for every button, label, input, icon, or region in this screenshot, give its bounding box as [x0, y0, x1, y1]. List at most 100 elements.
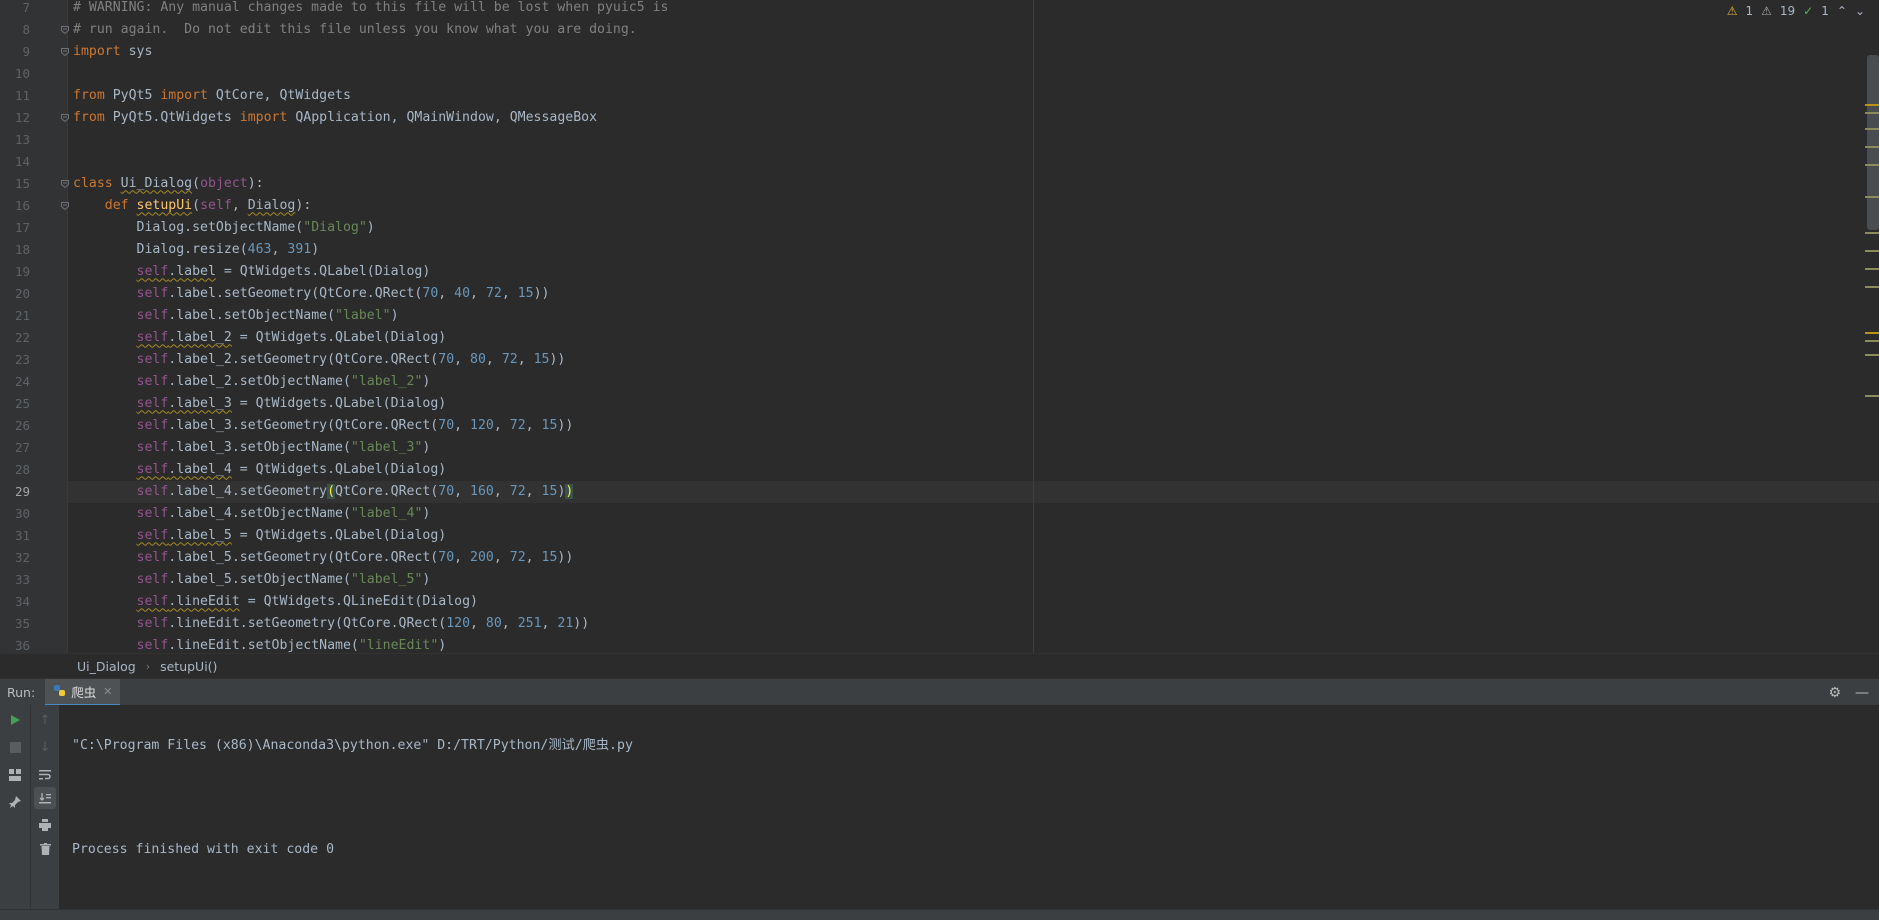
breadcrumb-class[interactable]: Ui_Dialog — [77, 659, 136, 674]
code-token: class — [73, 175, 113, 191]
code-line[interactable]: 10 — [15, 63, 1879, 85]
code-line[interactable]: 33 self.label_5.setObjectName("label_5") — [15, 569, 1879, 591]
arrow-down-icon[interactable]: ↓ — [34, 736, 56, 758]
breadcrumb-method[interactable]: setupUi() — [160, 659, 217, 674]
fold-marker-icon[interactable] — [61, 113, 69, 122]
line-number: 36 — [14, 637, 30, 653]
code-text: self.label_4 = QtWidgets.QLabel(Dialog) — [73, 459, 447, 481]
code-token: .label_2.setObjectName( — [168, 373, 351, 389]
chevron-up-icon[interactable]: ⌃ — [1837, 4, 1847, 18]
error-stripe-mark[interactable] — [1865, 104, 1879, 106]
line-number: 25 — [14, 395, 30, 411]
error-stripe-mark[interactable] — [1865, 250, 1879, 252]
error-stripe-mark[interactable] — [1865, 164, 1879, 166]
code-line[interactable]: 12 from PyQt5.QtWidgets import QApplicati… — [15, 107, 1879, 129]
code-line[interactable]: 15 class Ui_Dialog(object): — [15, 173, 1879, 195]
error-stripe-mark[interactable] — [1865, 232, 1879, 234]
error-stripe-mark[interactable] — [1865, 146, 1879, 148]
error-stripe-mark[interactable] — [1865, 395, 1879, 397]
layout-icon[interactable] — [4, 764, 26, 786]
code-line[interactable]: 28 self.label_4 = QtWidgets.QLabel(Dialo… — [15, 459, 1879, 481]
code-token: ) — [390, 307, 399, 323]
chevron-down-icon[interactable]: ⌄ — [1855, 4, 1865, 18]
arrow-up-icon[interactable]: ↑ — [34, 709, 56, 731]
fold-marker-icon[interactable] — [61, 47, 69, 56]
scroll-to-end-icon[interactable] — [34, 787, 56, 809]
code-line[interactable]: 30 self.label_4.setObjectName("label_4") — [15, 503, 1879, 525]
error-stripe-mark[interactable] — [1865, 354, 1879, 356]
code-token: def — [104, 197, 129, 213]
code-token: 70 — [438, 483, 455, 499]
code-line[interactable]: 22 self.label_2 = QtWidgets.QLabel(Dialo… — [15, 327, 1879, 349]
trash-icon[interactable] — [34, 838, 56, 860]
code-editor[interactable]: 7 # WARNING: Any manual changes made to t… — [0, 0, 1879, 653]
code-token: from — [73, 87, 105, 103]
line-number: 35 — [14, 615, 30, 631]
code-text: self.lineEdit.setObjectName("lineEdit") — [73, 635, 447, 654]
error-stripe-mark[interactable] — [1865, 112, 1879, 114]
code-token: .label_4.setObjectName( — [168, 505, 351, 521]
vertical-scrollbar[interactable] — [1867, 55, 1879, 230]
code-token: )) — [557, 549, 574, 565]
code-token: PyQt5 — [104, 87, 161, 103]
line-number: 16 — [14, 197, 30, 213]
code-line[interactable]: 18 Dialog.resize(463, 391) — [15, 239, 1879, 261]
code-token: , — [454, 483, 471, 499]
soft-wrap-icon[interactable] — [34, 764, 56, 786]
code-line[interactable]: 24 self.label_2.setObjectName("label_2") — [15, 371, 1879, 393]
code-line[interactable]: 16 def setupUi(self, Dialog): — [15, 195, 1879, 217]
error-stripe-mark[interactable] — [1865, 332, 1879, 334]
code-line[interactable]: 21 self.label.setObjectName("label") — [15, 305, 1879, 327]
code-text: class Ui_Dialog(object): — [73, 173, 264, 195]
run-tab[interactable]: 爬虫 ✕ — [45, 679, 121, 706]
code-token: self — [136, 461, 169, 477]
code-token: self — [136, 637, 169, 653]
fold-marker-icon[interactable] — [61, 179, 69, 188]
error-stripe-mark[interactable] — [1865, 286, 1879, 288]
code-line[interactable]: 27 self.label_3.setObjectName("label_3") — [15, 437, 1879, 459]
code-token: self — [136, 329, 169, 345]
pin-icon[interactable] — [4, 791, 26, 813]
stop-icon[interactable] — [4, 736, 26, 758]
code-line[interactable]: 17 Dialog.setObjectName("Dialog") — [15, 217, 1879, 239]
code-line[interactable]: 23 self.label_2.setGeometry(QtCore.QRect… — [15, 349, 1879, 371]
code-line[interactable]: 25 self.label_3 = QtWidgets.QLabel(Dialo… — [15, 393, 1879, 415]
minimize-icon[interactable]: — — [1855, 685, 1869, 701]
inspections-widget[interactable]: ⚠ 1 ⚠ 19 ✓ 1 ⌃ ⌄ — [1727, 2, 1865, 20]
code-line[interactable]: 36 self.lineEdit.setObjectName("lineEdit… — [15, 635, 1879, 654]
code-token: import — [239, 109, 288, 125]
code-line[interactable]: 14 — [15, 151, 1879, 173]
error-stripe-mark[interactable] — [1865, 196, 1879, 198]
code-line[interactable]: 26 self.label_3.setGeometry(QtCore.QRect… — [15, 415, 1879, 437]
print-icon[interactable] — [34, 814, 56, 836]
code-line[interactable]: 7 # WARNING: Any manual changes made to t… — [22, 0, 1879, 19]
close-icon[interactable]: ✕ — [103, 685, 112, 698]
gear-icon[interactable]: ⚙ — [1828, 685, 1841, 701]
code-token: ): — [295, 197, 312, 213]
code-area[interactable]: 7 # WARNING: Any manual changes made to t… — [15, 0, 1879, 654]
code-token: Dialog.setObjectName( — [73, 219, 304, 235]
code-line[interactable]: 19 self.label = QtWidgets.QLabel(Dialog) — [15, 261, 1879, 283]
line-number: 27 — [14, 439, 30, 455]
error-stripe-mark[interactable] — [1865, 340, 1879, 342]
code-line[interactable]: 13 — [15, 129, 1879, 151]
run-icon[interactable] — [4, 709, 26, 731]
code-line[interactable]: 9 import sys — [22, 41, 1879, 63]
code-line[interactable]: 29 self.label_4.setGeometry(QtCore.QRect… — [15, 480, 1879, 503]
code-line[interactable]: 8 # run again. Do not edit this file unle… — [22, 19, 1879, 41]
code-line[interactable]: 11 from PyQt5 import QtCore, QtWidgets — [15, 85, 1879, 107]
code-line[interactable]: 35 self.lineEdit.setGeometry(QtCore.QRec… — [15, 613, 1879, 635]
fold-marker-icon[interactable] — [61, 201, 69, 210]
python-file-icon — [53, 684, 66, 700]
console-output[interactable]: "C:\Program Files (x86)\Anaconda3\python… — [72, 705, 633, 891]
code-line[interactable]: 32 self.label_5.setGeometry(QtCore.QRect… — [15, 547, 1879, 569]
error-stripe-mark[interactable] — [1865, 268, 1879, 270]
weak-warning-icon: ⚠ — [1761, 4, 1772, 18]
code-line[interactable]: 31 self.label_5 = QtWidgets.QLabel(Dialo… — [15, 525, 1879, 547]
code-line[interactable]: 34 self.lineEdit = QtWidgets.QLineEdit(D… — [15, 591, 1879, 613]
code-line[interactable]: 20 self.label.setGeometry(QtCore.QRect(7… — [15, 283, 1879, 305]
fold-marker-icon[interactable] — [61, 25, 69, 34]
error-stripe-mark[interactable] — [1865, 128, 1879, 130]
